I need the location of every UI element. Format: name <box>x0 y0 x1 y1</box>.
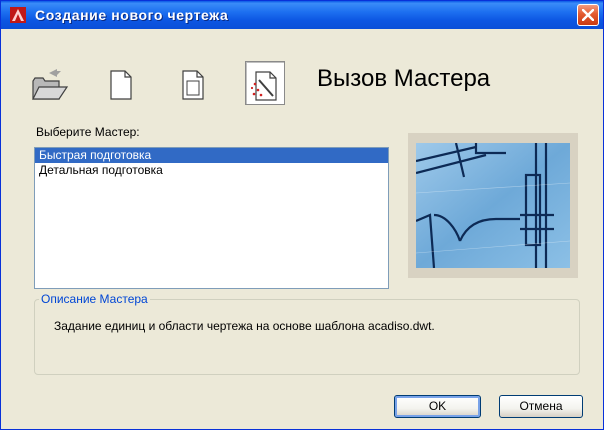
use-wizard-button[interactable] <box>245 61 285 105</box>
new-drawing-dialog: Создание нового чертежа Вызов Мастера Вы… <box>0 0 604 430</box>
close-icon <box>582 9 594 21</box>
template-drawing-icon <box>182 70 204 100</box>
start-from-scratch-button[interactable] <box>101 61 141 105</box>
open-drawing-button[interactable] <box>29 61 69 105</box>
cancel-button[interactable]: Отмена <box>499 395 583 418</box>
use-template-button[interactable] <box>173 61 213 105</box>
wizard-list-label: Выберите Мастер: <box>36 125 140 139</box>
description-legend: Описание Мастера <box>39 292 150 306</box>
page-title: Вызов Мастера <box>317 65 491 92</box>
close-button[interactable] <box>577 4 599 26</box>
ok-button[interactable]: OK <box>394 395 481 418</box>
autocad-logo-icon <box>10 7 26 23</box>
wizard-preview-image <box>408 133 578 278</box>
description-text: Задание единиц и области чертежа на осно… <box>54 319 435 333</box>
title-bar[interactable]: Создание нового чертежа <box>1 1 603 29</box>
window-title: Создание нового чертежа <box>35 7 229 23</box>
list-item[interactable]: Быстрая подготовка <box>35 148 388 163</box>
description-group <box>34 299 580 375</box>
blank-drawing-icon <box>110 70 132 100</box>
open-folder-icon <box>32 69 69 100</box>
list-item[interactable]: Детальная подготовка <box>35 163 388 178</box>
wizard-list[interactable]: Быстрая подготовка Детальная подготовка <box>34 147 389 289</box>
wizard-icon <box>250 71 277 101</box>
